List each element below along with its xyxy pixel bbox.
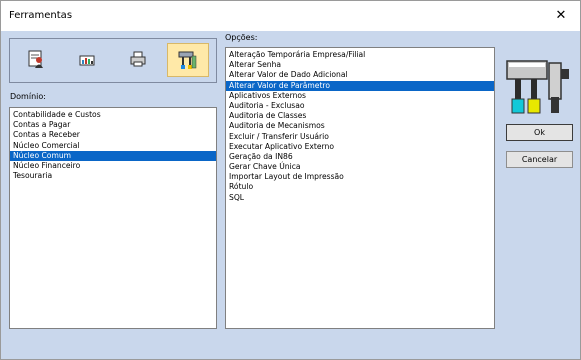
options-list-item[interactable]: Alterar Valor de Dado Adicional bbox=[226, 70, 494, 80]
options-list-item[interactable]: Auditoria de Classes bbox=[226, 111, 494, 121]
chart-tool-icon bbox=[79, 55, 95, 66]
domain-label: Domínio: bbox=[10, 92, 46, 101]
printer-tool-icon bbox=[130, 51, 146, 67]
options-label: Opções: bbox=[225, 33, 258, 42]
options-list-item[interactable]: Alterar Valor de Parâmetro bbox=[226, 80, 494, 91]
options-list-item[interactable]: Geração da IN86 bbox=[226, 152, 494, 162]
options-list-item[interactable]: Aplicativos Externos bbox=[226, 91, 494, 101]
domain-list[interactable]: Contabilidade e Custos Contas a Pagar Cont… bbox=[9, 107, 217, 329]
domain-list-item[interactable]: Contabilidade e Custos bbox=[10, 110, 216, 120]
options-list-item[interactable]: Auditoria de Mecanismos bbox=[226, 121, 494, 131]
domain-list-item[interactable]: Contas a Receber bbox=[10, 130, 216, 140]
tools-icon bbox=[178, 51, 197, 69]
title-bar: Ferramentas ✕ bbox=[1, 1, 580, 31]
options-list-item[interactable]: Executar Aplicativo Externo bbox=[226, 142, 494, 152]
options-list-item[interactable]: Gerar Chave Única bbox=[226, 162, 494, 172]
domain-list-item[interactable]: Núcleo Comercial bbox=[10, 141, 216, 151]
close-icon[interactable]: ✕ bbox=[547, 4, 575, 28]
options-list-item[interactable]: Excluir / Transferir Usuário bbox=[226, 132, 494, 142]
options-list-item[interactable]: SQL bbox=[226, 193, 494, 203]
options-list-item[interactable]: Rótulo bbox=[226, 182, 494, 192]
options-list-item[interactable]: Auditoria - Exclusao bbox=[226, 101, 494, 111]
window-title: Ferramentas bbox=[9, 10, 73, 21]
cancel-button[interactable]: Cancelar bbox=[506, 151, 573, 168]
options-list-item[interactable]: Alteração Temporária Empresa/Filial bbox=[226, 50, 494, 60]
tools-tool-button[interactable] bbox=[167, 43, 209, 77]
user-tool-icon bbox=[28, 50, 43, 68]
ok-button[interactable]: Ok bbox=[506, 124, 573, 141]
options-list-item[interactable]: Importar Layout de Impressão bbox=[226, 172, 494, 182]
domain-list-item[interactable]: Contas a Pagar bbox=[10, 120, 216, 130]
domain-list-item[interactable]: Núcleo Comum bbox=[10, 150, 216, 161]
options-list-item[interactable]: Alterar Senha bbox=[226, 60, 494, 70]
tool-palette bbox=[9, 38, 217, 83]
printer-tool-button[interactable] bbox=[118, 43, 158, 75]
domain-list-item[interactable]: Núcleo Financeiro bbox=[10, 161, 216, 171]
ferramentas-dialog: Ferramentas ✕ Domínio: Contabilidade e C… bbox=[0, 0, 581, 360]
tools-large-icon bbox=[506, 60, 569, 114]
user-tool-button[interactable] bbox=[16, 43, 56, 75]
options-list[interactable]: Alteração Temporária Empresa/Filial Alter… bbox=[225, 47, 495, 329]
chart-tool-button[interactable] bbox=[67, 43, 107, 75]
domain-list-item[interactable]: Tesouraria bbox=[10, 171, 216, 181]
